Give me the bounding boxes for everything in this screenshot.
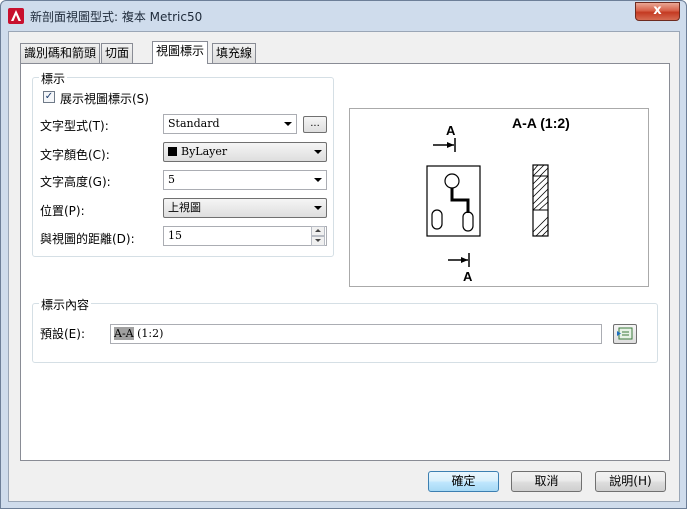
text-color-label: 文字顏色(C): bbox=[40, 148, 110, 162]
insert-field-icon bbox=[617, 327, 633, 340]
chevron-down-icon bbox=[314, 178, 322, 182]
insert-field-button[interactable] bbox=[613, 324, 637, 344]
text-height-select[interactable]: 5 bbox=[163, 170, 327, 190]
text-style-select[interactable]: Standard bbox=[163, 114, 297, 134]
color-swatch bbox=[168, 147, 177, 156]
close-button[interactable]: x bbox=[635, 2, 680, 21]
default-label: 預設(E): bbox=[40, 327, 85, 341]
chevron-down-icon bbox=[314, 150, 322, 154]
cancel-button[interactable]: 取消 bbox=[511, 471, 582, 492]
tab-cutting-plane[interactable]: 切面 bbox=[101, 43, 134, 63]
text-color-select[interactable]: ByLayer bbox=[163, 142, 327, 162]
section-preview-drawing: A-A (1:2) A A bbox=[426, 115, 570, 284]
preview-cut-letter-bottom: A bbox=[463, 269, 473, 284]
preview-pane: A-A (1:2) A A bbox=[349, 108, 649, 287]
ok-button[interactable]: 確定 bbox=[428, 471, 499, 492]
tab-panel-view-label: 標示 ✓ 展示視圖標示(S) 文字型式(T): Standard ... 文字顏… bbox=[20, 63, 670, 461]
position-label: 位置(P): bbox=[40, 204, 85, 218]
default-contents-field[interactable]: A-A (1:2) bbox=[110, 324, 602, 344]
help-button[interactable]: 說明(H) bbox=[595, 471, 666, 492]
preview-cut-letter-top: A bbox=[446, 123, 456, 138]
title-bar: 新剖面視圖型式: 複本 Metric50 x bbox=[1, 1, 686, 31]
tab-identifier-arrows[interactable]: 識別碼和箭頭 bbox=[20, 43, 101, 63]
autocad-logo-icon bbox=[8, 8, 24, 24]
chevron-down-icon bbox=[284, 122, 292, 126]
chevron-down-icon bbox=[314, 206, 322, 210]
show-label-text: 展示視圖標示(S) bbox=[60, 92, 149, 106]
spin-up-icon[interactable] bbox=[311, 226, 325, 236]
label-group-title: 標示 bbox=[39, 70, 68, 87]
dialog-client: 識別碼和箭頭 切面 視圖標示 填充線 標示 ✓ 展示視圖標示(S) 文字型式(T… bbox=[8, 31, 680, 502]
label-contents-title: 標示內容 bbox=[39, 296, 92, 313]
dialog-title: 新剖面視圖型式: 複本 Metric50 bbox=[30, 10, 203, 24]
spin-down-icon[interactable] bbox=[311, 236, 325, 246]
text-style-browse-button[interactable]: ... bbox=[303, 116, 327, 133]
distance-input[interactable]: 15 bbox=[163, 226, 327, 246]
position-select[interactable]: 上視圖 bbox=[163, 198, 327, 218]
label-contents-group: 標示內容 預設(E): A-A (1:2) bbox=[32, 296, 658, 363]
distance-label: 與視圖的距離(D): bbox=[40, 232, 135, 246]
field-highlight-text: A-A bbox=[114, 327, 134, 340]
dialog-window: 新剖面視圖型式: 複本 Metric50 x 識別碼和箭頭 切面 視圖標示 填充… bbox=[0, 0, 687, 509]
preview-view-label: A-A (1:2) bbox=[512, 115, 570, 131]
tab-view-label[interactable]: 視圖標示 bbox=[152, 41, 209, 64]
field-plain-text: (1:2) bbox=[133, 327, 164, 340]
text-style-label: 文字型式(T): bbox=[40, 119, 109, 133]
tab-hatch[interactable]: 填充線 bbox=[212, 43, 257, 63]
show-label-checkbox[interactable]: ✓ bbox=[43, 91, 55, 103]
distance-spinner[interactable] bbox=[311, 226, 325, 246]
close-icon: x bbox=[653, 3, 662, 18]
label-group: 標示 ✓ 展示視圖標示(S) 文字型式(T): Standard ... 文字顏… bbox=[32, 70, 334, 257]
check-mark-icon: ✓ bbox=[44, 91, 54, 102]
text-height-label: 文字高度(G): bbox=[40, 175, 111, 189]
